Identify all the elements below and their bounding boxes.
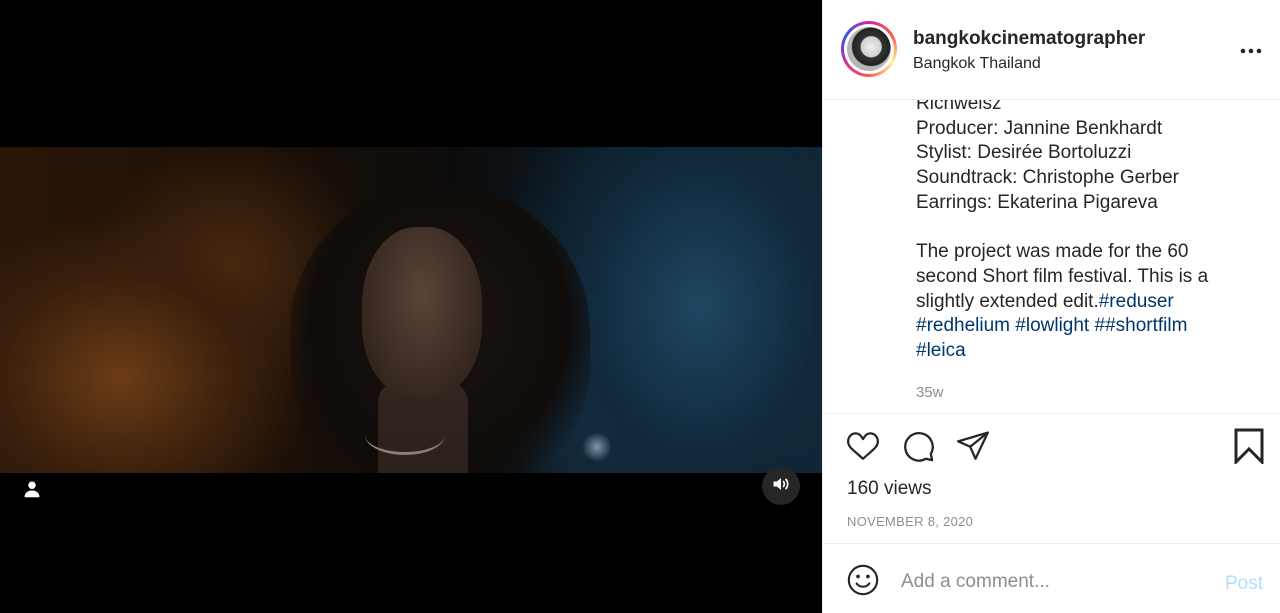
post-age[interactable]: 35w xyxy=(916,384,944,401)
hashtag-link[interactable]: #lowlight xyxy=(1015,315,1089,336)
video-light-glow xyxy=(582,432,612,462)
caption-text: slightly extended edit. xyxy=(916,290,1099,312)
caption-line: Stylist: Desirée Bortoluzzi xyxy=(916,142,1132,164)
user-icon xyxy=(23,480,41,503)
emoji-button[interactable] xyxy=(845,564,881,600)
caption-line: #redhelium #lowlight ##shortfilm xyxy=(916,314,1256,339)
heart-icon xyxy=(846,429,880,468)
location-link[interactable]: Bangkok Thailand xyxy=(913,55,1041,73)
video-subject-necklace xyxy=(365,415,445,455)
avatar[interactable] xyxy=(847,27,891,71)
save-button[interactable] xyxy=(1231,428,1267,469)
post-caption: Richweisz Producer: Jannine Benkhardt St… xyxy=(916,100,1256,412)
comment-bubble-icon xyxy=(901,429,935,468)
media-pane xyxy=(0,0,822,613)
more-options-button[interactable] xyxy=(1239,38,1263,62)
caption-line: slightly extended edit.#reduser xyxy=(916,290,1256,315)
story-ring[interactable] xyxy=(841,21,897,77)
like-button[interactable] xyxy=(845,430,881,466)
tagged-users-button[interactable] xyxy=(14,473,50,509)
speaker-icon xyxy=(771,474,791,499)
caption-line: Richweisz xyxy=(916,100,1002,114)
hashtag-link[interactable]: ##shortfilm xyxy=(1095,315,1188,336)
post-comment-button[interactable]: Post xyxy=(1225,573,1263,595)
smiley-icon xyxy=(846,563,880,602)
caption-line: Soundtrack: Christophe Gerber xyxy=(916,167,1179,189)
hashtag-link[interactable]: #reduser xyxy=(1099,291,1174,312)
username-link[interactable]: bangkokcinematographer xyxy=(913,28,1145,50)
video-subject-face xyxy=(362,227,482,397)
post-header: bangkokcinematographer Bangkok Thailand xyxy=(823,0,1280,100)
comment-input[interactable] xyxy=(901,567,1201,597)
action-bar: 160 views NOVEMBER 8, 2020 xyxy=(823,413,1280,543)
comment-button[interactable] xyxy=(900,430,936,466)
caption-line: Earrings: Ekaterina Pigareva xyxy=(916,191,1158,213)
hashtag-link[interactable]: #redhelium xyxy=(916,315,1010,336)
bookmark-icon xyxy=(1233,428,1265,469)
share-button[interactable] xyxy=(955,430,991,466)
add-comment-bar: Post xyxy=(823,543,1280,613)
caption-line: #leica xyxy=(916,339,1256,364)
post-details-panel: bangkokcinematographer Bangkok Thailand … xyxy=(822,0,1280,613)
caption-line: second Short film festival. This is a xyxy=(916,265,1209,287)
caption-line: The project was made for the 60 xyxy=(916,241,1189,263)
post-date: NOVEMBER 8, 2020 xyxy=(847,514,974,529)
paper-plane-icon xyxy=(956,429,990,468)
views-count[interactable]: 160 views xyxy=(847,478,932,500)
caption-line: Producer: Jannine Benkhardt xyxy=(916,117,1163,139)
video-player[interactable] xyxy=(0,147,822,473)
more-dots-icon xyxy=(1240,41,1262,59)
hashtag-link[interactable]: #leica xyxy=(916,340,966,361)
audio-toggle-button[interactable] xyxy=(762,467,800,505)
